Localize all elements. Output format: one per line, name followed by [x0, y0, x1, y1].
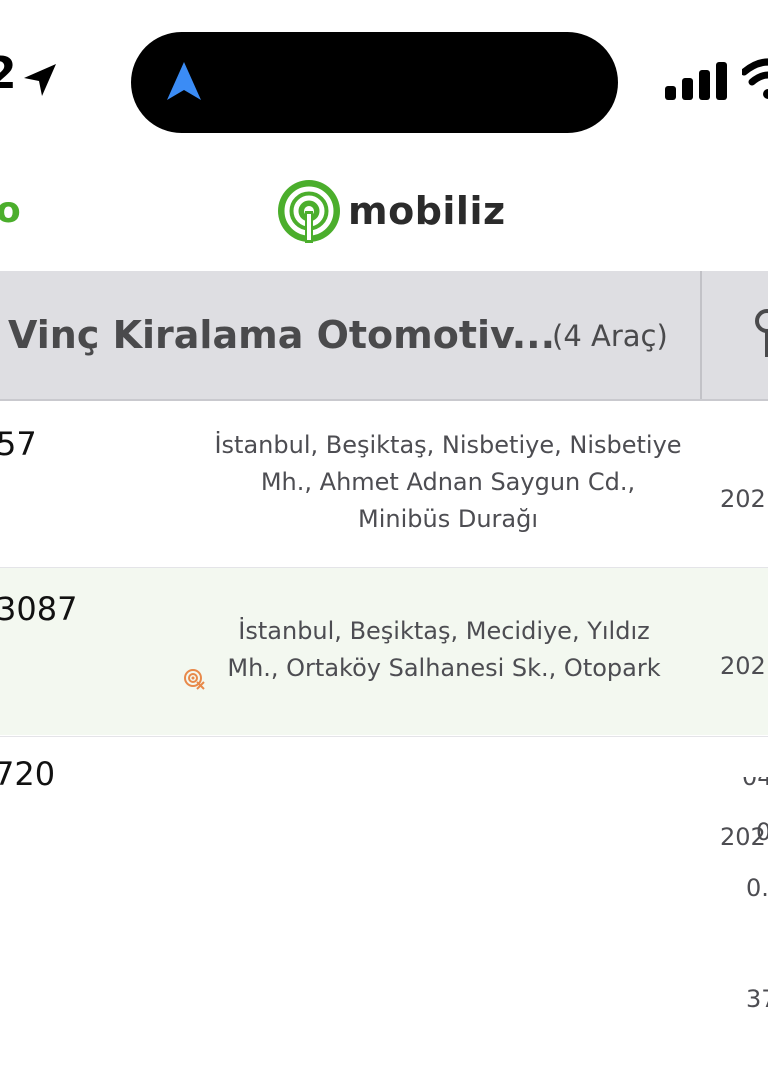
navigation-arrow-icon	[167, 62, 201, 100]
group-header[interactable]: Vinç Kiralama Otomotiv... (4 Araç)	[0, 271, 768, 401]
datetime-line: 202	[720, 823, 766, 851]
status-time: 2	[0, 48, 17, 99]
vehicle-datetime: 202	[720, 745, 766, 930]
vehicle-row[interactable]: 720 202	[0, 736, 768, 851]
app-logo: mobiliz	[276, 178, 506, 244]
vehicle-plate: 57	[0, 425, 37, 463]
address-line: Minibüs Durağı	[358, 505, 538, 533]
vehicle-address: İstanbul, Beşiktaş, Nisbetiye, Nisbetiye…	[198, 427, 698, 538]
vehicle-plate: 3087	[0, 590, 78, 628]
group-title: Vinç Kiralama Otomotiv...	[8, 313, 556, 357]
datetime-line: 37	[746, 985, 768, 1013]
datetime-line: 202	[720, 485, 766, 513]
vehicle-row[interactable]: 3087 İstanbul, Beşiktaş, Mecidiye, Yıldı…	[0, 568, 768, 1013]
logo-text: mobiliz	[348, 189, 506, 233]
dynamic-island[interactable]	[131, 32, 618, 133]
address-line: Mh., Ahmet Adnan Saygun Cd.,	[260, 468, 636, 496]
datetime-line: 202	[720, 652, 766, 680]
cellular-signal-icon	[665, 62, 727, 100]
wifi-icon	[742, 58, 768, 99]
address-line: İstanbul, Beşiktaş, Mecidiye, Yıldız	[238, 617, 650, 645]
pin-icon[interactable]	[752, 307, 768, 359]
address-line: İstanbul, Beşiktaş, Nisbetiye, Nisbetiye	[214, 431, 682, 459]
header-back-label[interactable]: o	[0, 193, 21, 229]
group-vehicle-count: (4 Araç)	[552, 319, 668, 353]
vehicle-plate: 720	[0, 755, 56, 793]
vehicle-row[interactable]: 57 İstanbul, Beşiktaş, Nisbetiye, Nisbet…	[0, 401, 768, 846]
column-divider	[700, 271, 702, 399]
broadcast-logo-icon	[278, 180, 340, 243]
address-line: Mh., Ortaköy Salhanesi Sk., Otopark	[227, 654, 661, 682]
location-arrow-icon	[24, 64, 56, 96]
vehicle-address: İstanbul, Beşiktaş, Mecidiye, Yıldız Mh.…	[204, 613, 684, 687]
no-signal-icon	[184, 669, 205, 690]
